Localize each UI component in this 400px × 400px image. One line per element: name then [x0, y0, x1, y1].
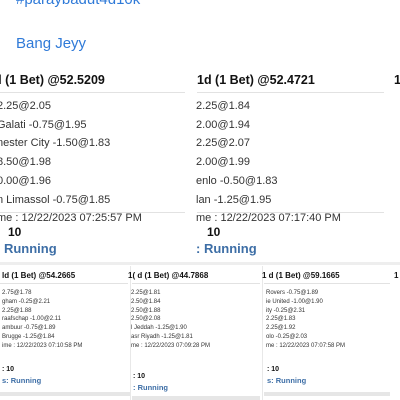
bet-time: me : 12/22/2023 07:07:58 PM	[266, 342, 346, 349]
ticket-lines: 2.75@1.78 gham -0.25@2.21 2.25@1.88 raaf…	[2, 289, 82, 351]
bet-line: gham -0.25@2.21	[2, 298, 51, 305]
bet-line: 2.75@1.78	[2, 290, 32, 296]
status-running: : Running	[133, 383, 168, 392]
bet-time: ime : 12/22/2023 07:10:58 PM	[2, 342, 83, 349]
ticket-lines: 2.25@1.84 2.00@1.94 2.25@2.07 2.00@1.99 …	[196, 97, 341, 228]
bet-line: enlo -0.50@1.83	[196, 174, 278, 187]
bet-line: n Limassol -0.75@1.85	[0, 193, 111, 206]
bet-number: : 10	[2, 366, 15, 373]
ticket-title: 1( d (1 Bet) @44.7868	[128, 271, 209, 280]
status-running: : Running	[0, 241, 57, 256]
bet-line: 2.25@2.07	[196, 137, 250, 150]
ticket-lines: Rovers -0.75@1.89 ie United -1.00@1.90 i…	[266, 289, 345, 351]
bet-line: ity -0.25@2.31	[266, 307, 306, 314]
bet-number: : 10	[267, 366, 280, 373]
bet-line: 2.25@1.84	[196, 100, 250, 112]
ticket-title: 1	[394, 271, 399, 280]
ticket-title: 1	[394, 73, 400, 87]
bet-line: l Jeddah -1.25@1.90	[131, 325, 187, 332]
ticket-title: 1 d (1 Bet) @59.1665	[262, 271, 340, 280]
bet-line: 0.00@1.96	[0, 174, 51, 187]
status-running: : Running	[196, 241, 257, 256]
bet-line: asr Riyadh -1.25@1.81	[131, 333, 193, 340]
bet-number: 10	[8, 225, 22, 239]
bet-line: Rovers -0.75@1.89	[266, 290, 319, 296]
status-running: s: Running	[2, 376, 42, 385]
bet-line: nester City -1.50@1.83	[0, 137, 111, 150]
ticket-title: 1d (1 Bet) @52.4721	[197, 73, 315, 87]
ticket-lines: 2.25@1.81 2.50@1.84 2.50@1.88 2.50@2.08 …	[131, 289, 210, 351]
bet-line: ambuur -0.75@1.89	[2, 325, 56, 332]
hashtag-text: #paraybadut4d10k	[16, 0, 140, 8]
bet-line: 2.50@2.08	[131, 316, 161, 323]
bet-line: 2.25@1.83	[266, 316, 296, 323]
bet-line: 2.50@1.88	[131, 307, 161, 314]
ticket-lines: 2.25@2.05 Galati -0.75@1.95 nester City …	[0, 97, 142, 228]
bet-line: 8.50@1.98	[0, 156, 51, 169]
status-running: s: Running	[267, 376, 307, 385]
ticket-title: d (1 Bet) @52.5209	[0, 73, 105, 87]
bet-line: 2.25@1.88	[2, 307, 32, 314]
bet-line: 2.25@1.81	[131, 290, 161, 296]
bet-line: 2.00@1.94	[196, 118, 250, 131]
username[interactable]: Bang Jeyy	[16, 35, 86, 52]
bet-line: ie United -1.00@1.90	[266, 298, 323, 305]
bet-line: lan -1.25@1.95	[196, 193, 272, 206]
bet-line: Galati -0.75@1.95	[0, 118, 87, 131]
bet-line: Brugge -1.25@1.84	[2, 333, 55, 340]
bet-line: 2.50@1.84	[131, 298, 161, 305]
bet-line: 2.25@2.05	[0, 100, 51, 112]
bet-number: 10	[207, 225, 221, 239]
bet-line: 2.00@1.99	[196, 156, 250, 169]
bet-number: : 10	[133, 373, 146, 380]
bet-time: me : 12/22/2023 07:09:28 PM	[131, 342, 211, 349]
bet-line: raafschap -1.00@2.11	[2, 316, 62, 323]
bet-line: 2.25@1.92	[266, 325, 296, 332]
bet-line: olo -0.25@2.03	[266, 333, 308, 340]
ticket-title: ld (1 Bet) @54.2665	[2, 271, 76, 280]
